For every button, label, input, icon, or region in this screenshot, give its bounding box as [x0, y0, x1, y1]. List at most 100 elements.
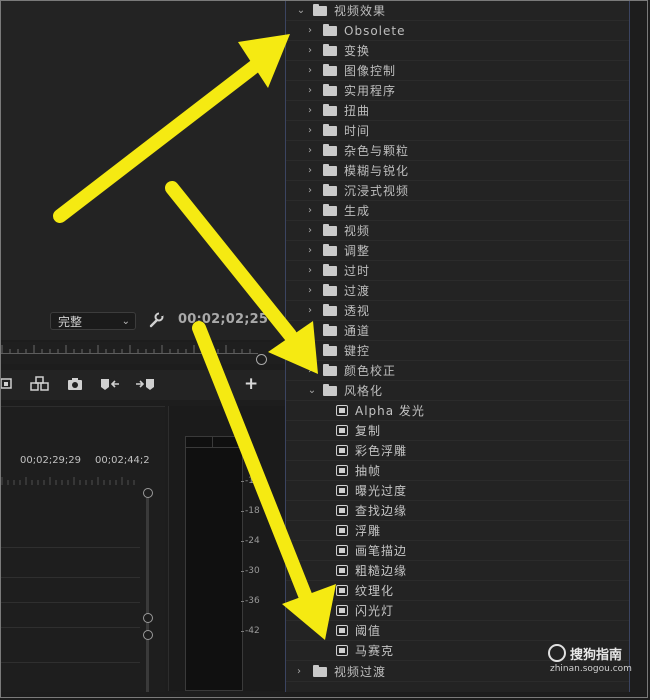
chevron-right-icon[interactable]: ›	[305, 101, 315, 121]
chevron-down-icon[interactable]: ⌄	[307, 381, 317, 401]
wrench-icon[interactable]	[147, 311, 165, 329]
effect-label: 复制	[355, 424, 382, 438]
effects-folder-category[interactable]: › Obsolete	[286, 21, 629, 41]
effects-folder-category[interactable]: › 颜色校正	[286, 361, 629, 381]
effects-folder-category[interactable]: › 模糊与锐化	[286, 161, 629, 181]
monitor-time-ruler[interactable]	[0, 342, 285, 364]
chevron-right-icon[interactable]: ›	[305, 121, 315, 141]
folder-icon	[323, 184, 337, 196]
effects-folder-category[interactable]: › 图像控制	[286, 61, 629, 81]
effect-item[interactable]: 彩色浮雕	[286, 441, 629, 461]
effect-item[interactable]: 曝光过度	[286, 481, 629, 501]
effects-folder-category[interactable]: › 过时	[286, 261, 629, 281]
chevron-right-icon[interactable]: ›	[305, 221, 315, 241]
scroll-handle[interactable]	[143, 488, 153, 498]
chevron-right-icon[interactable]: ›	[305, 181, 315, 201]
chevron-right-icon[interactable]: ›	[305, 281, 315, 301]
chevron-right-icon[interactable]: ›	[305, 21, 315, 41]
add-button-icon[interactable]: +	[244, 376, 258, 393]
folder-icon	[323, 224, 337, 236]
effects-folder-category[interactable]: › 过渡	[286, 281, 629, 301]
chevron-right-icon[interactable]: ›	[305, 361, 315, 381]
chevron-right-icon[interactable]: ›	[305, 321, 315, 341]
chevron-right-icon[interactable]: ›	[294, 662, 304, 682]
scroll-handle[interactable]	[143, 613, 153, 623]
chevron-right-icon[interactable]: ›	[305, 41, 315, 61]
effects-folder-category[interactable]: › 通道	[286, 321, 629, 341]
folder-label: 过渡	[344, 284, 371, 298]
effect-item[interactable]: 浮雕	[286, 521, 629, 541]
folder-label: 时间	[344, 124, 371, 138]
meter-db-label: -12	[241, 476, 260, 486]
chevron-right-icon[interactable]: ›	[305, 261, 315, 281]
go-to-in-point-icon[interactable]	[100, 376, 120, 392]
chevron-right-icon[interactable]: ›	[305, 81, 315, 101]
meter-db-label: -30	[241, 566, 260, 576]
chevron-right-icon[interactable]: ›	[305, 341, 315, 361]
chevron-down-icon[interactable]: ⌄	[296, 1, 306, 21]
folder-label: 视频	[344, 224, 371, 238]
folder-label: 视频过渡	[334, 665, 387, 679]
chevron-right-icon[interactable]: ›	[305, 201, 315, 221]
effects-folder-category[interactable]: › 键控	[286, 341, 629, 361]
effects-folder-category[interactable]: › 扭曲	[286, 101, 629, 121]
folder-icon	[323, 324, 337, 336]
monitor-controls: 完整 ⌄ 00;02;02;25	[0, 308, 285, 336]
effect-item[interactable]: 粗糙边缘	[286, 561, 629, 581]
effects-folder-category[interactable]: › 生成	[286, 201, 629, 221]
folder-label: 生成	[344, 204, 371, 218]
playhead-timecode[interactable]: 00;02;02;25	[178, 312, 268, 327]
folder-label: 扭曲	[344, 104, 371, 118]
track-divider	[0, 577, 140, 578]
folder-icon	[323, 144, 337, 156]
folder-label: 过时	[344, 264, 371, 278]
folder-icon	[323, 164, 337, 176]
audio-meter-bar	[185, 436, 243, 691]
effect-item[interactable]: 阈值	[286, 621, 629, 641]
effect-item[interactable]: Alpha 发光	[286, 401, 629, 421]
effect-label: 闪光灯	[355, 604, 395, 618]
meter-peak-header	[186, 437, 242, 448]
scroll-handle[interactable]	[143, 630, 153, 640]
chevron-right-icon[interactable]: ›	[305, 161, 315, 181]
effects-folder-stylize[interactable]: ⌄ 风格化	[286, 381, 629, 401]
effect-item[interactable]: 画笔描边	[286, 541, 629, 561]
effect-item[interactable]: 查找边缘	[286, 501, 629, 521]
vertical-scrollbar[interactable]	[146, 492, 149, 692]
transport-bar: +	[0, 370, 285, 400]
chevron-right-icon[interactable]: ›	[305, 141, 315, 161]
folder-icon	[323, 84, 337, 96]
effect-item[interactable]: 复制	[286, 421, 629, 441]
insert-icon[interactable]	[0, 376, 14, 392]
effects-folder-category[interactable]: › 沉浸式视频	[286, 181, 629, 201]
effect-icon	[336, 565, 348, 576]
effects-folder-category[interactable]: › 实用程序	[286, 81, 629, 101]
chevron-right-icon[interactable]: ›	[305, 241, 315, 261]
effects-panel: ⌄ 视频效果 › Obsolete › 变换 › 图像控制 › 实用程序 › 扭曲 › 时间 › 杂色与颗粒 ›…	[285, 0, 630, 692]
folder-label: 图像控制	[344, 64, 397, 78]
watermark-title: 搜狗指南	[570, 648, 623, 663]
effects-folder-category[interactable]: › 透视	[286, 301, 629, 321]
track-divider	[0, 662, 140, 663]
effect-item[interactable]: 抽帧	[286, 461, 629, 481]
chevron-down-icon: ⌄	[121, 316, 130, 327]
chevron-right-icon[interactable]: ›	[305, 301, 315, 321]
effects-folder-category[interactable]: › 调整	[286, 241, 629, 261]
playhead-handle[interactable]	[256, 354, 267, 365]
effects-folder-video-effects[interactable]: ⌄ 视频效果	[286, 1, 629, 21]
effects-folder-category[interactable]: › 杂色与颗粒	[286, 141, 629, 161]
overwrite-icon[interactable]	[30, 376, 50, 392]
row-divider	[286, 681, 629, 682]
effect-item[interactable]: 闪光灯	[286, 601, 629, 621]
effect-label: 彩色浮雕	[355, 444, 408, 458]
folder-icon	[323, 244, 337, 256]
chevron-right-icon[interactable]: ›	[305, 61, 315, 81]
export-frame-camera-icon[interactable]	[67, 376, 83, 392]
effects-folder-category[interactable]: › 视频	[286, 221, 629, 241]
effect-item[interactable]: 纹理化	[286, 581, 629, 601]
go-to-out-point-icon[interactable]	[135, 376, 155, 392]
effects-folder-category[interactable]: › 时间	[286, 121, 629, 141]
effects-folder-category[interactable]: › 变换	[286, 41, 629, 61]
folder-label: 变换	[344, 44, 371, 58]
playback-resolution-select[interactable]: 完整 ⌄	[50, 312, 136, 330]
